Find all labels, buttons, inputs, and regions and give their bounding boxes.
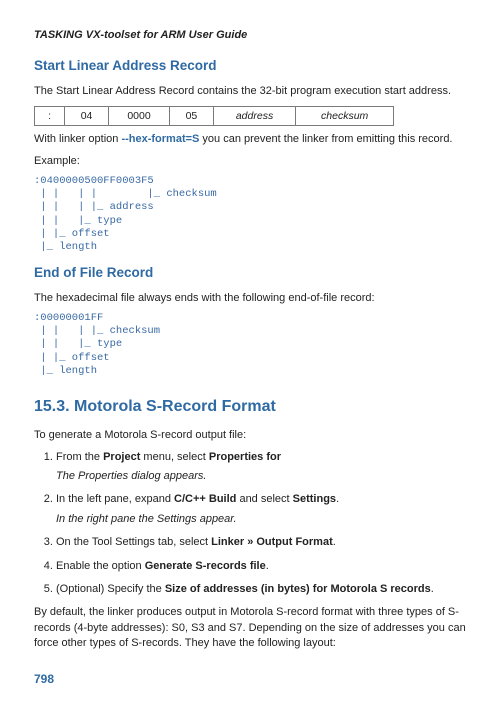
- step-text: From the: [56, 451, 103, 463]
- step-text: and select: [236, 493, 292, 505]
- slar-ascii-diagram: :0400000500FF0003F5 | | | | |_ checksum …: [34, 175, 466, 254]
- step-note: The Properties dialog appears.: [56, 469, 466, 484]
- steps-list: From the Project menu, select Properties…: [34, 450, 466, 598]
- step-text: .: [431, 583, 434, 595]
- step-text: In the left pane, expand: [56, 493, 174, 505]
- list-item: In the left pane, expand C/C++ Build and…: [56, 492, 466, 527]
- step-text: On the Tool Settings tab, select: [56, 536, 211, 548]
- menu-project: Project: [103, 451, 140, 463]
- cell-address: address: [213, 106, 296, 126]
- step-note: In the right pane the Settings appear.: [56, 512, 466, 527]
- linker-note-pre: With linker option: [34, 133, 121, 145]
- table-row: : 04 0000 05 address checksum: [35, 106, 394, 126]
- motorola-footer: By default, the linker produces output i…: [34, 605, 466, 651]
- step-text: (Optional) Specify the: [56, 583, 165, 595]
- cell-type: 05: [170, 106, 214, 126]
- step-text: menu, select: [140, 451, 208, 463]
- step-text: .: [333, 536, 336, 548]
- slar-record-table: : 04 0000 05 address checksum: [34, 106, 394, 127]
- tree-ccpp-build: C/C++ Build: [174, 493, 236, 505]
- list-item: From the Project menu, select Properties…: [56, 450, 466, 485]
- list-item: Enable the option Generate S-records fil…: [56, 559, 466, 574]
- heading-motorola-s-record-format: 15.3. Motorola S-Record Format: [34, 396, 466, 418]
- step-text: .: [336, 493, 339, 505]
- eof-ascii-diagram: :00000001FF | | | |_ checksum | | |_ typ…: [34, 312, 466, 378]
- linker-note: With linker option --hex-format=S you ca…: [34, 132, 466, 147]
- tree-settings: Settings: [293, 493, 336, 505]
- linker-note-post: you can prevent the linker from emitting…: [199, 133, 452, 145]
- cell-offset: 0000: [108, 106, 169, 126]
- list-item: (Optional) Specify the Size of addresses…: [56, 582, 466, 597]
- page-number: 798: [34, 671, 466, 688]
- cell-length: 04: [65, 106, 109, 126]
- list-item: On the Tool Settings tab, select Linker …: [56, 535, 466, 550]
- doc-title: TASKING VX-toolset for ARM User Guide: [34, 28, 466, 43]
- step-text: Enable the option: [56, 560, 145, 572]
- heading-start-linear-address-record: Start Linear Address Record: [34, 57, 466, 76]
- example-label: Example:: [34, 154, 466, 169]
- cell-checksum: checksum: [296, 106, 394, 126]
- cell-colon: :: [35, 106, 65, 126]
- step-text: .: [266, 560, 269, 572]
- option-generate-s-records: Generate S-records file: [145, 560, 266, 572]
- slar-description: The Start Linear Address Record contains…: [34, 84, 466, 99]
- linker-output-format: Linker » Output Format: [211, 536, 333, 548]
- option-size-of-addresses: Size of addresses (in bytes) for Motorol…: [165, 583, 431, 595]
- menu-properties-for: Properties for: [209, 451, 281, 463]
- linker-option: --hex-format=S: [121, 133, 199, 145]
- motorola-intro: To generate a Motorola S-record output f…: [34, 428, 466, 443]
- heading-end-of-file-record: End of File Record: [34, 264, 466, 283]
- eof-description: The hexadecimal file always ends with th…: [34, 291, 466, 306]
